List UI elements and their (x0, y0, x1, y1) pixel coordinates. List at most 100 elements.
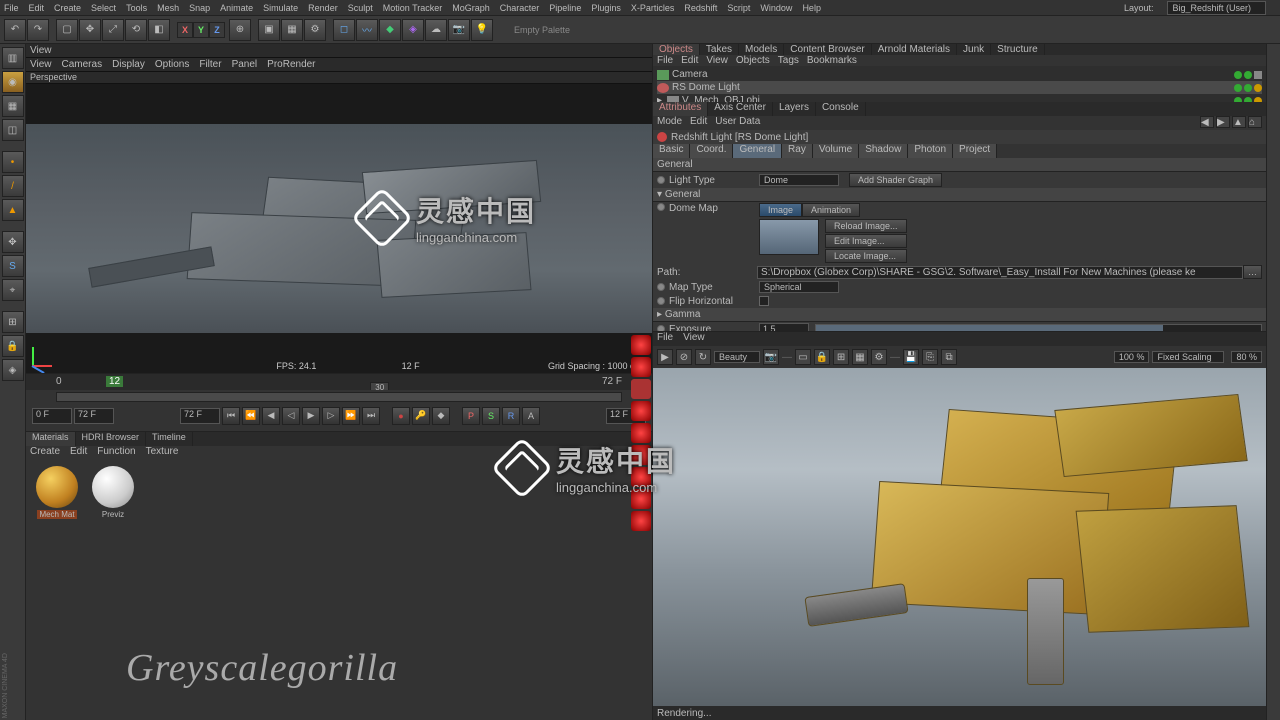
rv-icon-7[interactable] (631, 467, 651, 487)
attr-menu-userdata[interactable]: User Data (715, 116, 760, 130)
rv-bucket-icon[interactable]: ▦ (852, 349, 868, 365)
menu-snap[interactable]: Snap (189, 3, 210, 13)
path-input[interactable]: S:\Dropbox (Globex Corp)\SHARE - GSG\2. … (757, 266, 1243, 279)
key-param-button[interactable]: A (522, 407, 540, 425)
live-select-tool[interactable]: ▢ (56, 19, 78, 41)
attr-nav-fwd[interactable]: ▶ (1216, 116, 1230, 128)
obj-menu-view[interactable]: View (706, 55, 728, 66)
menu-script[interactable]: Script (727, 3, 750, 13)
map-type-radio[interactable] (657, 283, 665, 291)
prev-frame-button[interactable]: ◀ (262, 407, 280, 425)
record-button[interactable]: ● (392, 407, 410, 425)
tab-content-browser[interactable]: Content Browser (784, 44, 871, 55)
tab-materials[interactable]: Materials (26, 432, 76, 446)
make-editable-button[interactable]: ▥ (2, 47, 24, 69)
tab-junk[interactable]: Junk (957, 44, 991, 55)
camera-button[interactable]: 📷 (448, 19, 470, 41)
rv-zoom-input[interactable]: 100 % (1114, 351, 1150, 363)
goto-nextkey-button[interactable]: ⏩ (342, 407, 360, 425)
flip-radio[interactable] (657, 297, 665, 305)
rv-icon-1[interactable] (631, 335, 651, 355)
menu-motiontracker[interactable]: Motion Tracker (383, 3, 443, 13)
mat-menu-texture[interactable]: Texture (146, 446, 179, 460)
light-type-radio[interactable] (657, 176, 665, 184)
menu-pipeline[interactable]: Pipeline (549, 3, 581, 13)
vp-menu-prorender[interactable]: ProRender (267, 59, 315, 70)
move-tool[interactable]: ✥ (79, 19, 101, 41)
menu-redshift[interactable]: Redshift (684, 3, 717, 13)
z-axis-toggle[interactable]: Z (209, 22, 225, 38)
rv-copy-button[interactable]: ⎘ (922, 349, 938, 365)
rv-aov-dropdown[interactable]: Beauty (714, 351, 760, 363)
menu-render[interactable]: Render (308, 3, 338, 13)
renderview-image[interactable] (653, 368, 1266, 706)
flip-checkbox[interactable] (759, 296, 769, 306)
menu-tools[interactable]: Tools (126, 3, 147, 13)
planar-workplane-button[interactable]: ◈ (2, 359, 24, 381)
scale-tool[interactable]: ⤢ (102, 19, 124, 41)
vp-menu-panel[interactable]: Panel (232, 59, 258, 70)
menu-select[interactable]: Select (91, 3, 116, 13)
deform-button[interactable]: ◈ (402, 19, 424, 41)
rv-render-button[interactable]: ▶ (657, 349, 673, 365)
subtab-shadow[interactable]: Shadow (859, 144, 908, 158)
tab-arnold-materials[interactable]: Arnold Materials (872, 44, 957, 55)
tab-timeline[interactable]: Timeline (146, 432, 193, 446)
tag-icon[interactable] (1254, 71, 1262, 79)
edit-image-button[interactable]: Edit Image... (825, 234, 907, 248)
attr-menu-edit[interactable]: Edit (690, 116, 707, 130)
tab-attributes[interactable]: Attributes (653, 102, 708, 116)
undo-button[interactable]: ↶ (4, 19, 26, 41)
rv-icon-9[interactable] (631, 511, 651, 531)
mat-menu-function[interactable]: Function (97, 446, 135, 460)
vp-menu-display[interactable]: Display (112, 59, 145, 70)
subtab-volume[interactable]: Volume (813, 144, 859, 158)
rv-icon-3[interactable] (631, 379, 651, 399)
next-frame-button[interactable]: ▷ (322, 407, 340, 425)
coord-system-button[interactable]: ⊕ (229, 19, 251, 41)
menu-xparticles[interactable]: X-Particles (631, 3, 675, 13)
menu-file[interactable]: File (4, 3, 19, 13)
vp-menu-cameras[interactable]: Cameras (62, 59, 103, 70)
render-view-button[interactable]: ▣ (258, 19, 280, 41)
rv-icon-8[interactable] (631, 489, 651, 509)
prim-spline-button[interactable]: 〰 (356, 19, 378, 41)
obj-menu-bookmarks[interactable]: Bookmarks (807, 55, 857, 66)
obj-menu-objects[interactable]: Objects (736, 55, 770, 66)
tab-structure[interactable]: Structure (991, 44, 1045, 55)
rv-stop-button[interactable]: ⊘ (676, 349, 692, 365)
vp-menu-view[interactable]: View (30, 59, 52, 70)
dome-tab-image[interactable]: Image (759, 203, 802, 217)
workplane-mode-button[interactable]: ◫ (2, 119, 24, 141)
polys-mode-button[interactable]: ▲ (2, 199, 24, 221)
render-dot[interactable] (1244, 71, 1252, 79)
goto-start-button[interactable]: ⏮ (222, 407, 240, 425)
exposure-slider[interactable] (815, 324, 1262, 331)
y-axis-toggle[interactable]: Y (193, 22, 209, 38)
rv-refresh-button[interactable]: ↻ (695, 349, 711, 365)
subtab-photon[interactable]: Photon (908, 144, 953, 158)
timeline-ruler[interactable]: 0 12 30 72 F (26, 374, 652, 390)
subtab-project[interactable]: Project (953, 144, 997, 158)
tab-layers[interactable]: Layers (773, 102, 816, 116)
vp-menu-filter[interactable]: Filter (199, 59, 221, 70)
render-dot[interactable] (1244, 84, 1252, 92)
enable-axis-button[interactable]: ✥ (2, 231, 24, 253)
frame-end-input[interactable]: 72 F (74, 408, 114, 424)
rv-scale-input[interactable]: 80 % (1231, 351, 1262, 363)
autokey-button[interactable]: 🔑 (412, 407, 430, 425)
goto-prevkey-button[interactable]: ⏪ (242, 407, 260, 425)
hdri-thumbnail[interactable] (759, 219, 819, 255)
menu-plugins[interactable]: Plugins (591, 3, 621, 13)
key-scale-button[interactable]: S (482, 407, 500, 425)
tab-objects[interactable]: Objects (653, 44, 700, 55)
tab-hdri[interactable]: HDRI Browser (76, 432, 147, 446)
rv-lock-button[interactable]: 🔒 (814, 349, 830, 365)
material-previz[interactable]: Previz (88, 466, 138, 519)
workplane-button[interactable]: ⊞ (2, 311, 24, 333)
rv-region-button[interactable]: ▭ (795, 349, 811, 365)
viewport-3d[interactable]: FPS: 24.1 12 F Grid Spacing : 1000 cm (26, 84, 652, 373)
path-browse-button[interactable]: … (1243, 265, 1262, 279)
menu-animate[interactable]: Animate (220, 3, 253, 13)
snap-button[interactable]: ⌖ (2, 279, 24, 301)
